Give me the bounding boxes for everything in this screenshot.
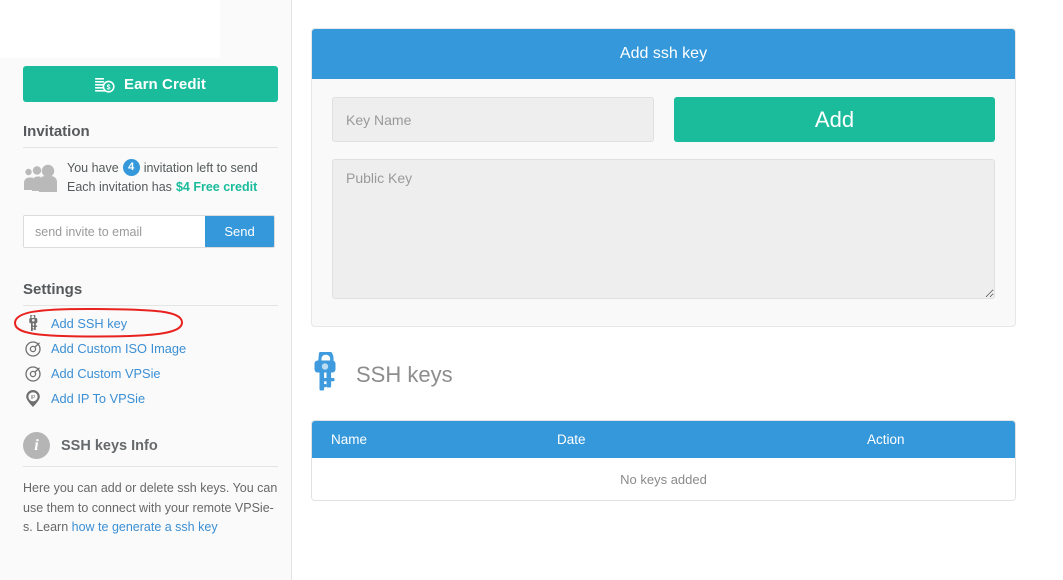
coins-icon: $ (95, 75, 115, 94)
panel-body: Add (312, 79, 1015, 326)
disc-icon (23, 340, 43, 357)
earn-credit-label: Earn Credit (124, 75, 206, 93)
column-header-date: Date (557, 432, 586, 447)
column-header-name: Name (331, 432, 368, 447)
app-root: $ Earn Credit Invitation You have 4 invi… (0, 0, 1063, 580)
sidebar-item-add-ssh-key[interactable]: Add SSH key (23, 311, 278, 336)
public-key-textarea[interactable] (332, 159, 995, 299)
ssh-keys-info-body: Here you can add or delete ssh keys. You… (23, 479, 281, 538)
invitation-line-1: You have 4 invitation left to send (67, 159, 258, 178)
invitation-info: You have 4 invitation left to send Each … (23, 159, 285, 197)
svg-text:$: $ (107, 84, 111, 91)
sidebar-item-label: Add Custom ISO Image (51, 341, 187, 356)
sidebar-item-add-custom-iso-image[interactable]: Add Custom ISO Image (23, 336, 278, 361)
panel-title: Add ssh key (312, 29, 1015, 79)
ssh-keys-icon (312, 349, 340, 397)
ssh-keys-title: SSH keys (356, 361, 453, 387)
earn-credit-button[interactable]: $ Earn Credit (23, 66, 278, 102)
generate-ssh-key-link[interactable]: how te generate a ssh key (72, 520, 218, 534)
invitation-count-badge: 4 (122, 159, 140, 176)
keys-icon (23, 315, 43, 332)
settings-divider (23, 305, 278, 306)
settings-heading: Settings (23, 281, 83, 298)
sidebar-item-label: Add SSH key (51, 316, 128, 331)
invitation-heading: Invitation (23, 123, 90, 140)
ssh-keys-section-header: SSH keys (312, 349, 453, 397)
add-key-button[interactable]: Add (674, 97, 995, 142)
invitation-text: You have 4 invitation left to send Each … (67, 159, 258, 197)
invitation-line-2: Each invitation has $4 Free credit (67, 178, 258, 197)
invite-email-input[interactable] (24, 216, 205, 247)
table-empty-message: No keys added (312, 458, 1015, 500)
invitation-line1-prefix: You have (67, 161, 119, 175)
settings-list: Add SSH key Add Custom ISO Image Add Cus… (23, 311, 278, 411)
column-header-action: Action (867, 432, 905, 447)
ip-pin-icon: IP (23, 389, 43, 408)
sidebar-item-add-ip-to-vpsie[interactable]: IP Add IP To VPSie (23, 386, 278, 411)
table-header-row: Name Date Action (312, 421, 1015, 458)
invitation-free-credit: $4 Free credit (175, 180, 258, 194)
invitation-line1-suffix: invitation left to send (143, 161, 258, 175)
send-invite-button[interactable]: Send (205, 216, 274, 247)
ssh-keys-info-title: SSH keys Info (61, 437, 158, 454)
ssh-keys-table: Name Date Action No keys added (311, 420, 1016, 501)
key-name-input[interactable] (332, 97, 654, 142)
sidebar: $ Earn Credit Invitation You have 4 invi… (0, 0, 292, 580)
key-name-row: Add (332, 97, 995, 142)
info-divider (23, 466, 278, 467)
sidebar-item-add-custom-vpsie[interactable]: Add Custom VPSie (23, 361, 278, 386)
invite-form: Send (23, 215, 275, 248)
ssh-keys-info-header: i SSH keys Info (23, 432, 158, 459)
add-ssh-key-panel: Add ssh key Add (311, 28, 1016, 327)
main-content: Add ssh key Add (292, 0, 1063, 580)
people-icon (23, 163, 59, 193)
sidebar-item-label: Add IP To VPSie (51, 391, 146, 406)
disc-icon (23, 365, 43, 382)
svg-text:IP: IP (31, 395, 36, 401)
sidebar-item-label: Add Custom VPSie (51, 366, 161, 381)
invitation-divider (23, 147, 278, 148)
invitation-line2-prefix: Each invitation has (67, 180, 172, 194)
info-icon: i (23, 432, 50, 459)
logo-placeholder (0, 0, 220, 58)
